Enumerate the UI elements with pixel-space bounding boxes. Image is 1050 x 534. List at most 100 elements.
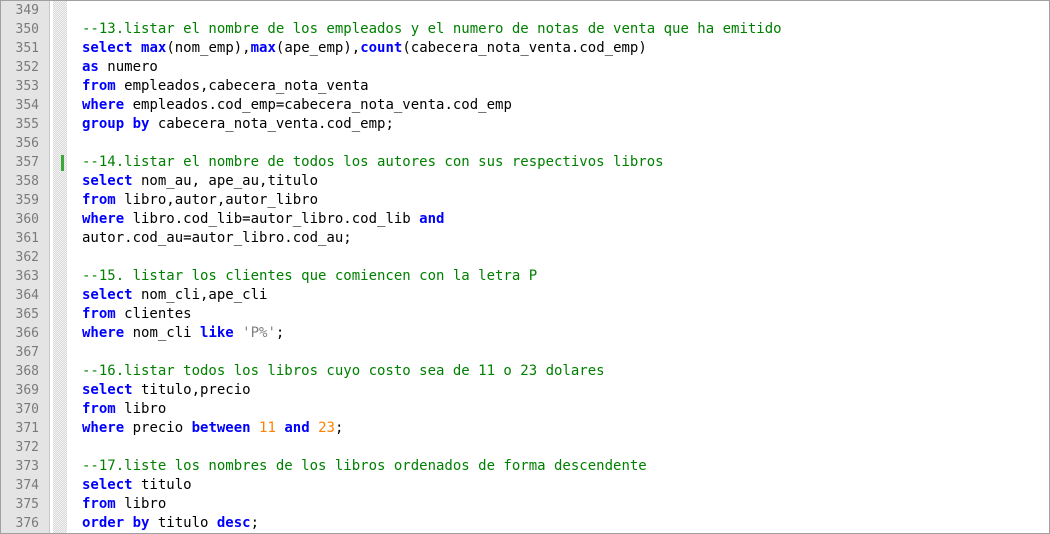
- line-number: 351: [15, 41, 39, 56]
- code-text[interactable]: select nom_cli,ape_cli: [82, 286, 267, 305]
- line-number: 356: [15, 136, 39, 151]
- code-token: ;: [334, 420, 344, 436]
- code-text[interactable]: where empleados.cod_emp=cabecera_nota_ve…: [82, 96, 512, 115]
- code-token: empleados.cod_emp=cabecera_nota_venta.co…: [124, 97, 512, 113]
- line-number: 358: [15, 174, 39, 189]
- line-number: 363: [15, 269, 39, 284]
- sql-keyword: and: [284, 420, 310, 436]
- code-token: nom_cli,ape_cli: [132, 287, 268, 303]
- line-number: 350: [15, 22, 39, 37]
- code-text[interactable]: where libro.cod_lib=autor_libro.cod_lib …: [82, 210, 444, 229]
- line-number: 375: [15, 497, 39, 512]
- code-text[interactable]: from empleados,cabecera_nota_venta: [82, 77, 369, 96]
- code-text[interactable]: --14.listar el nombre de todos los autor…: [82, 153, 664, 172]
- code-text[interactable]: select nom_au, ape_au,titulo: [82, 172, 318, 191]
- code-text[interactable]: select titulo,precio: [82, 381, 251, 400]
- sql-keyword: from: [82, 496, 116, 512]
- line-number: 368: [15, 364, 39, 379]
- line-number: 361: [15, 231, 39, 246]
- sql-function: count: [360, 40, 403, 56]
- code-text[interactable]: order by titulo desc;: [82, 514, 259, 533]
- code-text[interactable]: where nom_cli like 'P%';: [82, 324, 284, 343]
- line-number: 366: [15, 326, 39, 341]
- code-token: ;: [250, 515, 260, 531]
- code-token: titulo: [149, 515, 217, 531]
- line-number: 365: [15, 307, 39, 322]
- sql-comment: --15. listar los clientes que comiencen …: [82, 268, 538, 284]
- code-text[interactable]: from clientes: [82, 305, 192, 324]
- line-number: 364: [15, 288, 39, 303]
- line-number: 370: [15, 402, 39, 417]
- line-number: 373: [15, 459, 39, 474]
- code-token: numero: [98, 59, 158, 75]
- line-number: 367: [15, 345, 39, 360]
- code-token: clientes: [115, 306, 192, 322]
- code-token: nom_cli: [124, 325, 201, 341]
- sql-keyword: where: [82, 211, 125, 227]
- sql-keyword: from: [82, 192, 116, 208]
- string-literal: 'P%': [242, 325, 276, 341]
- code-token: libro: [115, 401, 167, 417]
- code-token: (nom_emp),: [166, 40, 251, 56]
- code-text[interactable]: group by cabecera_nota_venta.cod_emp;: [82, 115, 394, 134]
- number-literal: 11: [259, 420, 276, 436]
- line-number: 362: [15, 250, 39, 265]
- sql-function: max: [141, 40, 167, 56]
- code-text[interactable]: --17.liste los nombres de los libros ord…: [82, 457, 647, 476]
- sql-keyword: where: [82, 420, 125, 436]
- code-token: titulo: [132, 477, 192, 493]
- sql-function: max: [250, 40, 276, 56]
- sql-keyword: and: [419, 211, 445, 227]
- sql-keyword: from: [82, 306, 116, 322]
- code-text[interactable]: where precio between 11 and 23;: [82, 419, 343, 438]
- code-token: nom_au, ape_au,titulo: [132, 173, 319, 189]
- line-number: 369: [15, 383, 39, 398]
- sql-keyword: like: [200, 325, 234, 341]
- sql-keyword: where: [82, 325, 125, 341]
- sql-comment: --13.listar el nombre de los empleados y…: [82, 21, 782, 37]
- line-number: 360: [15, 212, 39, 227]
- code-token: (ape_emp),: [275, 40, 361, 56]
- code-text[interactable]: from libro,autor,autor_libro: [82, 191, 318, 210]
- sql-keyword: group by: [82, 116, 150, 132]
- sql-keyword: as: [82, 59, 99, 75]
- line-number: 376: [15, 516, 39, 531]
- sql-keyword: select: [82, 477, 133, 493]
- code-text[interactable]: select max(nom_emp),max(ape_emp),count(c…: [82, 39, 647, 58]
- sql-keyword: select: [82, 382, 133, 398]
- code-text[interactable]: --13.listar el nombre de los empleados y…: [82, 20, 782, 39]
- code-text[interactable]: from libro: [82, 400, 166, 419]
- code-token: libro.cod_lib=autor_libro.cod_lib: [124, 211, 420, 227]
- sql-keyword: from: [82, 401, 116, 417]
- line-number: 374: [15, 478, 39, 493]
- line-number: 372: [15, 440, 39, 455]
- code-token: precio: [124, 420, 192, 436]
- sql-keyword: select: [82, 40, 133, 56]
- code-text[interactable]: as numero: [82, 58, 158, 77]
- code-text[interactable]: autor.cod_au=autor_libro.cod_au;: [82, 229, 352, 248]
- line-number: 359: [15, 193, 39, 208]
- line-number: 352: [15, 60, 39, 75]
- code-token: empleados,cabecera_nota_venta: [115, 78, 369, 94]
- code-text[interactable]: --16.listar todos los libros cuyo costo …: [82, 362, 605, 381]
- number-literal: 23: [318, 420, 335, 436]
- code-text[interactable]: --15. listar los clientes que comiencen …: [82, 267, 537, 286]
- code-text[interactable]: from libro: [82, 495, 166, 514]
- sql-keyword: between: [191, 420, 251, 436]
- code-editor[interactable]: 349 350 --13.listar el nombre de los emple…: [0, 0, 1050, 534]
- fold-margin[interactable]: [53, 1, 67, 533]
- line-number: 371: [15, 421, 39, 436]
- sql-keyword: select: [82, 173, 133, 189]
- sql-comment: --14.listar el nombre de todos los autor…: [82, 154, 664, 170]
- code-token: cabecera_nota_venta.cod_emp;: [149, 116, 394, 132]
- line-number: 354: [15, 98, 39, 113]
- sql-keyword: where: [82, 97, 125, 113]
- code-token: ;: [275, 325, 285, 341]
- code-text[interactable]: select titulo: [82, 476, 192, 495]
- line-number: 353: [15, 79, 39, 94]
- code-token: libro,autor,autor_libro: [115, 192, 319, 208]
- change-marker: [61, 155, 64, 171]
